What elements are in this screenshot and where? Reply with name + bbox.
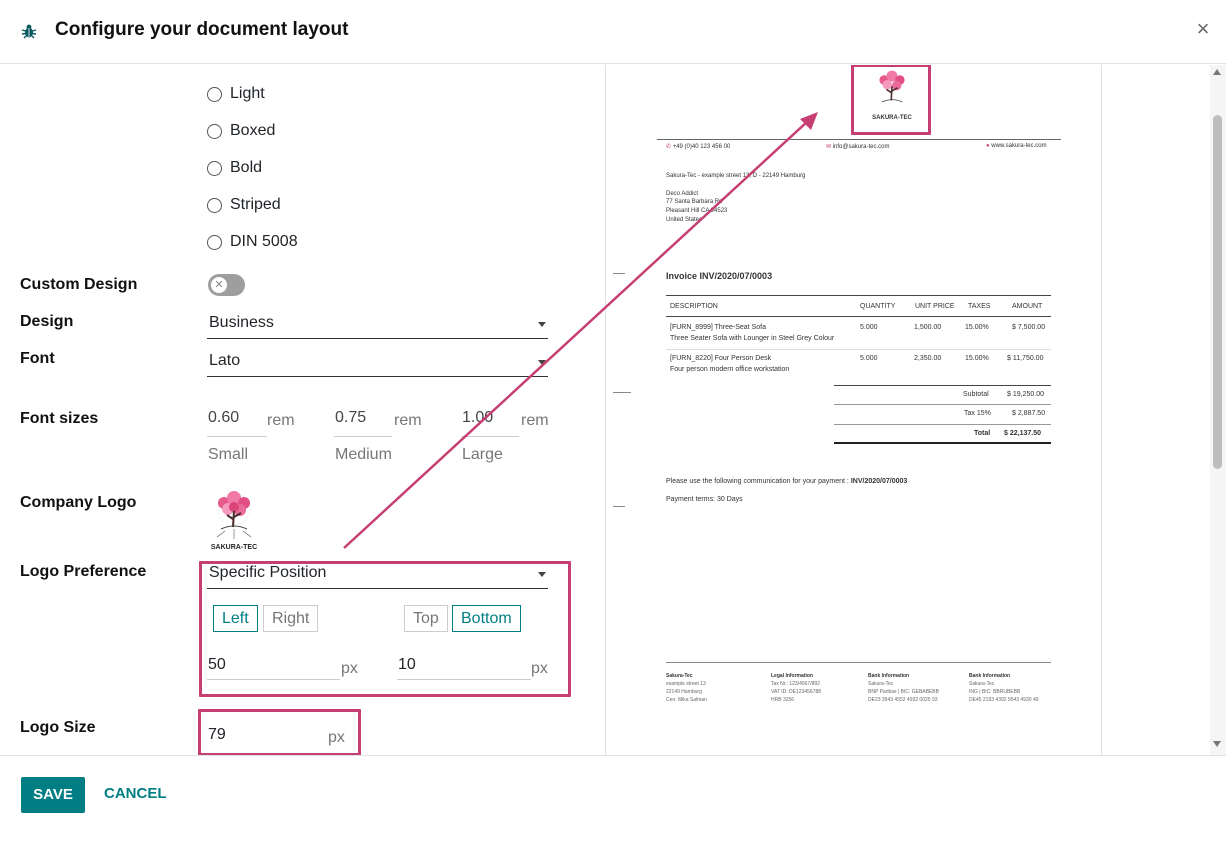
close-icon[interactable]: ×	[1193, 16, 1213, 42]
save-button[interactable]: SAVE	[21, 777, 85, 813]
dialog-footer: SAVE CANCEL	[0, 755, 1226, 841]
dialog-header: Configure your document layout ×	[0, 0, 1226, 64]
annotation-arrow	[343, 112, 818, 549]
dialog-title: Configure your document layout	[55, 19, 349, 40]
dialog-body: Light Boxed Bold Striped DIN 5008 Custom…	[0, 65, 1226, 755]
arrow-line	[343, 120, 809, 549]
bug-icon[interactable]	[20, 22, 38, 40]
cancel-button[interactable]: CANCEL	[104, 785, 167, 802]
layout-dialog: Configure your document layout × Light B…	[0, 0, 1226, 841]
